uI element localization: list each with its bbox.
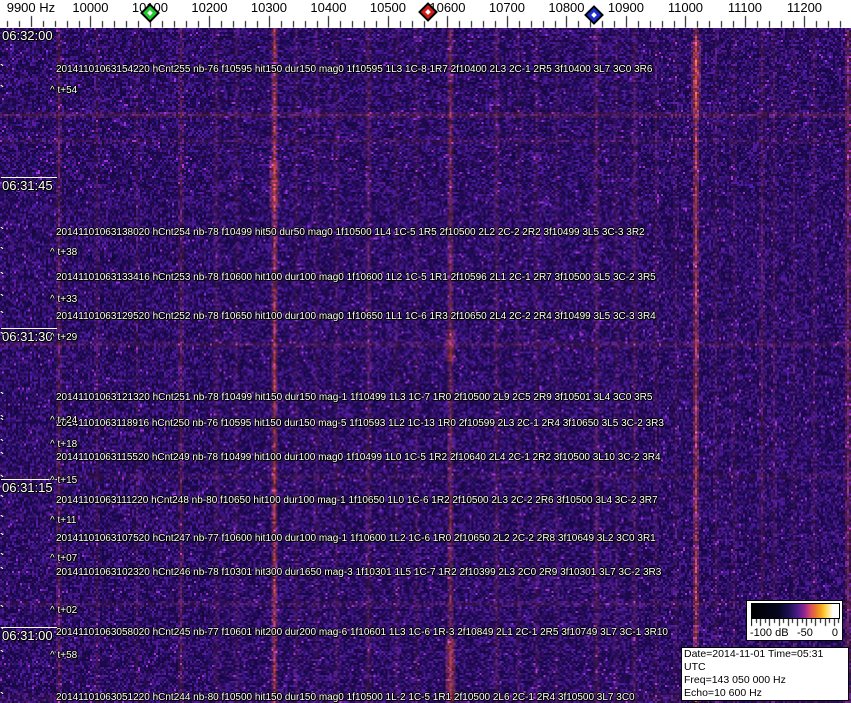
freq-tick-label: 10300: [250, 0, 288, 15]
detection-row-tick-icon: `: [0, 648, 4, 662]
detection-row-tick-icon: `: [0, 551, 4, 565]
colorbar-label-min: -100 dB: [750, 627, 789, 639]
detection-row-tick-icon: `: [0, 437, 4, 451]
info-frequency: Freq=143 050 000 Hz: [684, 674, 786, 686]
info-box: Date=2014-11-01 Time=05:31 UTC Freq=143 …: [681, 647, 849, 703]
info-date-time: Date=2014-11-01 Time=05:31 UTC: [684, 648, 824, 673]
detection-row-tick-icon: `: [0, 565, 4, 579]
detection-row-tick-icon: `: [0, 603, 4, 617]
freq-tick-label: 10800: [548, 0, 585, 15]
detection-time-offset: ^ t+18: [50, 439, 78, 450]
detection-time-offset: ^ t+38: [50, 247, 78, 258]
colorbar-panel: -100 dB -50 0: [746, 600, 843, 641]
info-echo: Echo=10 600 Hz: [684, 687, 762, 699]
detection-row-tick-icon: `: [0, 493, 4, 507]
detection-log-line: 20141101063133416 hCnt253 nb-78 f10600 h…: [56, 272, 656, 283]
detection-log-line: 20141101063111220 hCnt248 nb-80 f10650 h…: [56, 495, 658, 506]
detection-row-tick-icon: `: [0, 413, 4, 427]
timestamp-label: 06:31:00: [2, 628, 53, 643]
detection-log-line: 20141101063121320 hCnt251 nb-78 f10499 h…: [56, 392, 653, 403]
detection-row-tick-icon: `: [0, 309, 4, 323]
detection-log-line: 20141101063129520 hCnt252 nb-78 f10650 h…: [56, 311, 656, 322]
detection-row-tick-icon: `: [0, 62, 4, 76]
frequency-ruler: 9900 Hz100001010010200103001040010500106…: [0, 0, 851, 28]
freq-tick-label: 10700: [488, 0, 526, 15]
detection-log-line: 20141101063138020 hCnt254 nb-78 f10499 h…: [56, 227, 645, 238]
freq-tick-label: 10200: [191, 0, 228, 15]
detection-time-offset: ^ t+02: [50, 605, 78, 616]
detection-log-line: 20141101063154220 hCnt255 nb-76 f10595 h…: [56, 64, 653, 75]
meteor-echo-spectrogram-window: 9900 Hz100001010010200103001040010500106…: [0, 0, 851, 703]
detection-time-offset: ^ t+58: [50, 650, 78, 661]
freq-tick-label: 11200: [786, 0, 823, 15]
freq-tick-label: 10500: [369, 0, 407, 15]
detection-row-tick-icon: `: [0, 225, 4, 239]
colorbar-ticks: [751, 619, 840, 627]
detection-log-line: 20141101063051220 hCnt244 nb-80 f10500 h…: [56, 692, 635, 703]
detection-time-offset: ^ t+11: [50, 515, 77, 526]
spectrogram-canvas: [0, 28, 851, 703]
detection-log-line: 20141101063107520 hCnt247 nb-77 f10600 h…: [56, 533, 656, 544]
freq-tick-label: 10900: [607, 0, 645, 15]
detection-row-tick-icon: `: [0, 690, 4, 703]
timestamp-label: 06:31:15: [2, 480, 53, 495]
timestamp-label: 06:31:45: [2, 178, 53, 193]
colorbar-gradient: [751, 603, 840, 619]
detection-time-offset: ^ t+15: [50, 475, 78, 486]
colorbar-label-mid: -50: [797, 627, 813, 639]
detection-time-offset: ^ t+33: [50, 294, 78, 305]
detection-row-tick-icon: `: [0, 270, 4, 284]
detection-row-tick-icon: `: [0, 292, 4, 306]
detection-row-tick-icon: `: [0, 625, 4, 639]
detection-row-tick-icon: `: [0, 390, 4, 404]
freq-tick-label: 10400: [310, 0, 347, 15]
detection-log-line: 20141101063118916 hCnt250 nb-76 f10595 h…: [56, 418, 664, 429]
colorbar-label-max: 0: [831, 627, 838, 639]
detection-time-offset: ^ t+07: [50, 553, 78, 564]
detection-row-tick-icon: `: [0, 473, 4, 487]
timestamp-label: 06:32:00: [2, 28, 53, 43]
detection-log-line: 20141101063102320 hCnt246 nb-78 f10301 h…: [56, 567, 662, 578]
detection-row-tick-icon: `: [0, 531, 4, 545]
detection-row-tick-icon: `: [0, 330, 4, 344]
freq-tick-label: 11000: [667, 0, 704, 15]
freq-tick-label: 11100: [727, 0, 763, 15]
detection-row-tick-icon: `: [0, 83, 4, 97]
detection-row-tick-icon: `: [0, 450, 4, 464]
detection-row-tick-icon: `: [0, 245, 4, 259]
detection-log-line: 20141101063058020 hCnt245 nb-77 f10601 h…: [56, 627, 668, 638]
freq-tick-label: 10000: [72, 0, 109, 15]
detection-row-tick-icon: `: [0, 513, 4, 527]
detection-log-line: 20141101063115520 hCnt249 nb-78 f10499 h…: [56, 452, 661, 463]
detection-time-offset: ^ t+29: [50, 332, 78, 343]
detection-time-offset: ^ t+54: [50, 85, 78, 96]
timestamp-label: 06:31:30: [2, 329, 53, 344]
freq-tick-label: 9900 Hz: [6, 0, 56, 15]
detection-time-offset: ^ t+24: [50, 415, 78, 426]
